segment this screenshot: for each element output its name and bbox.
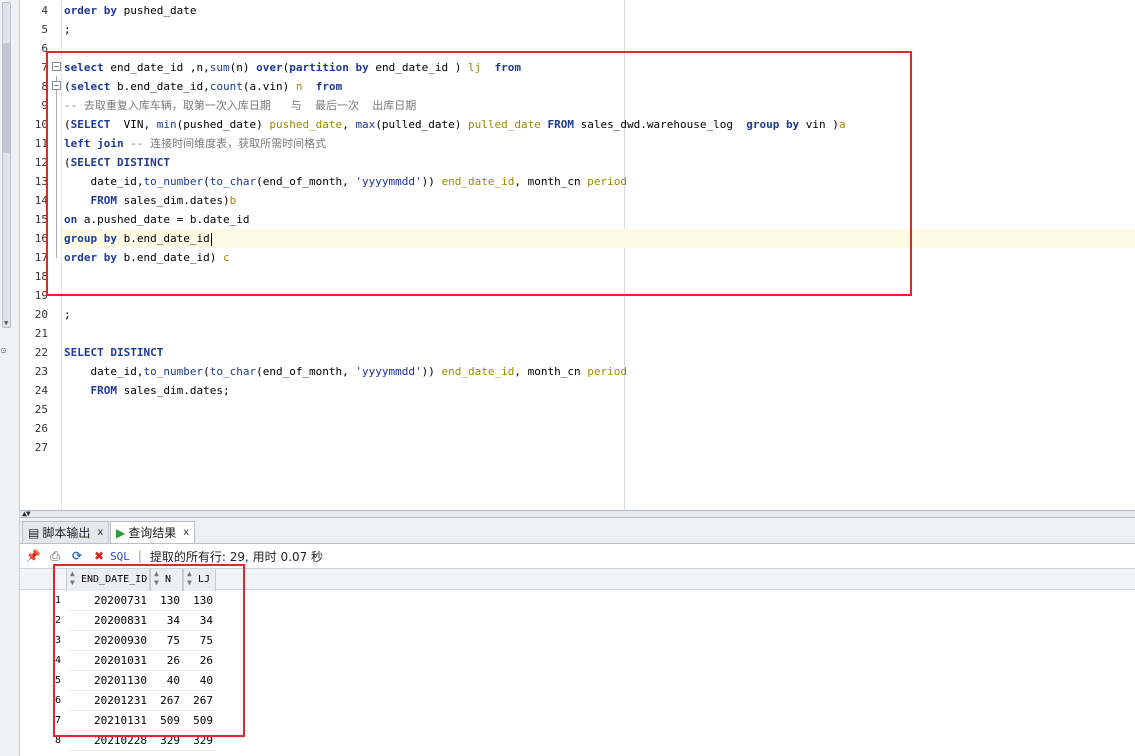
code-line[interactable]: ; bbox=[64, 305, 71, 324]
print-icon[interactable]: ⎙ bbox=[46, 547, 64, 565]
code-line[interactable]: FROM sales_dim.dates; bbox=[64, 381, 230, 400]
line-number: 24 bbox=[34, 384, 48, 397]
line-number: 17 bbox=[34, 251, 48, 264]
code-token: ( bbox=[203, 365, 210, 378]
code-token: , month_cn bbox=[514, 365, 588, 378]
code-token: to_char bbox=[209, 365, 257, 378]
code-token: 'yyyymmdd' bbox=[355, 365, 422, 378]
row-divider bbox=[66, 750, 216, 751]
line-number: 26 bbox=[34, 422, 48, 435]
code-token: sales_dim.dates; bbox=[117, 384, 230, 397]
line-number: 21 bbox=[34, 327, 48, 340]
line-number: 7 bbox=[41, 61, 48, 74]
scrollbar-thumb[interactable] bbox=[3, 43, 10, 153]
line-number: 10 bbox=[34, 118, 48, 131]
sql-button[interactable]: SQL bbox=[110, 550, 130, 563]
tab-script-output[interactable]: ▤ 脚本输出 x bbox=[22, 521, 110, 543]
line-number: 20 bbox=[34, 308, 48, 321]
code-token: end_date_id bbox=[441, 365, 515, 378]
line-number: 22 bbox=[34, 346, 48, 359]
pin-icon[interactable]: 📌 bbox=[24, 547, 42, 565]
code-token: (end_of_month, bbox=[256, 365, 356, 378]
line-number: 9 bbox=[41, 99, 48, 112]
splitter-arrows-icon[interactable]: ▲▼ bbox=[22, 509, 31, 518]
line-number: 19 bbox=[34, 289, 48, 302]
line-number: 13 bbox=[34, 175, 48, 188]
line-number: 23 bbox=[34, 365, 48, 378]
code-line[interactable]: SELECT DISTINCT bbox=[64, 343, 163, 362]
line-number: 12 bbox=[34, 156, 48, 169]
left-side-strip: ▼ ⊡ bbox=[0, 0, 20, 756]
line-number: 18 bbox=[34, 270, 48, 283]
fetch-status-text: 提取的所有行: 29, 用时 0.07 秒 bbox=[149, 549, 324, 564]
grid-highlight-box bbox=[53, 564, 245, 737]
code-line[interactable]: ; bbox=[64, 20, 71, 39]
code-token: ; bbox=[64, 23, 71, 36]
editor-highlight-box bbox=[46, 51, 912, 296]
line-number: 14 bbox=[34, 194, 48, 207]
tab-query-result[interactable]: ▶ 查询结果 x bbox=[110, 521, 196, 543]
code-token: period bbox=[587, 365, 627, 378]
refresh-icon[interactable]: ⟳ bbox=[68, 547, 86, 565]
code-token: to_number bbox=[143, 365, 204, 378]
line-number: 4 bbox=[41, 4, 48, 17]
scroll-down-arrow-icon[interactable]: ▼ bbox=[4, 319, 8, 327]
delete-icon[interactable]: ✖ bbox=[90, 547, 108, 565]
close-icon[interactable]: x bbox=[97, 527, 103, 538]
line-number: 25 bbox=[34, 403, 48, 416]
line-number: 27 bbox=[34, 441, 48, 454]
play-icon: ▶ bbox=[116, 525, 126, 540]
code-token: )) bbox=[421, 365, 442, 378]
collapse-panel-icon[interactable]: ⊡ bbox=[1, 346, 6, 355]
code-line[interactable]: date_id,to_number(to_char(end_of_month, … bbox=[64, 362, 627, 381]
line-number: 11 bbox=[34, 137, 48, 150]
line-number: 8 bbox=[41, 80, 48, 93]
line-number: 6 bbox=[41, 42, 48, 55]
code-token: date_id, bbox=[64, 365, 144, 378]
code-token: SELECT DISTINCT bbox=[64, 346, 164, 359]
toolbar-separator: | bbox=[137, 549, 142, 563]
code-token: order by bbox=[64, 4, 117, 17]
close-icon[interactable]: x bbox=[183, 527, 189, 538]
line-number: 15 bbox=[34, 213, 48, 226]
line-number-gutter: 4 5 6 7 8 9 10 11 12 13 14 15 16 17 18 19 20 21 22 23 24 25 26… bbox=[20, 0, 48, 510]
tab-label: 查询结果 bbox=[128, 526, 177, 540]
line-number: 16 bbox=[34, 232, 48, 245]
line-number: 5 bbox=[41, 23, 48, 36]
code-line[interactable]: order by pushed_date bbox=[64, 1, 196, 20]
code-token: pushed_date bbox=[116, 4, 197, 17]
result-tab-bar: ▤ 脚本输出 x ▶ 查询结果 x bbox=[20, 518, 1135, 544]
code-token: FROM bbox=[90, 384, 118, 397]
code-token: ; bbox=[64, 308, 71, 321]
tab-label: 脚本输出 bbox=[42, 526, 91, 540]
panel-splitter[interactable]: ▲▼ bbox=[20, 509, 1135, 518]
editor-vertical-scrollbar[interactable]: ▼ bbox=[2, 2, 11, 328]
script-output-icon: ▤ bbox=[28, 525, 40, 540]
